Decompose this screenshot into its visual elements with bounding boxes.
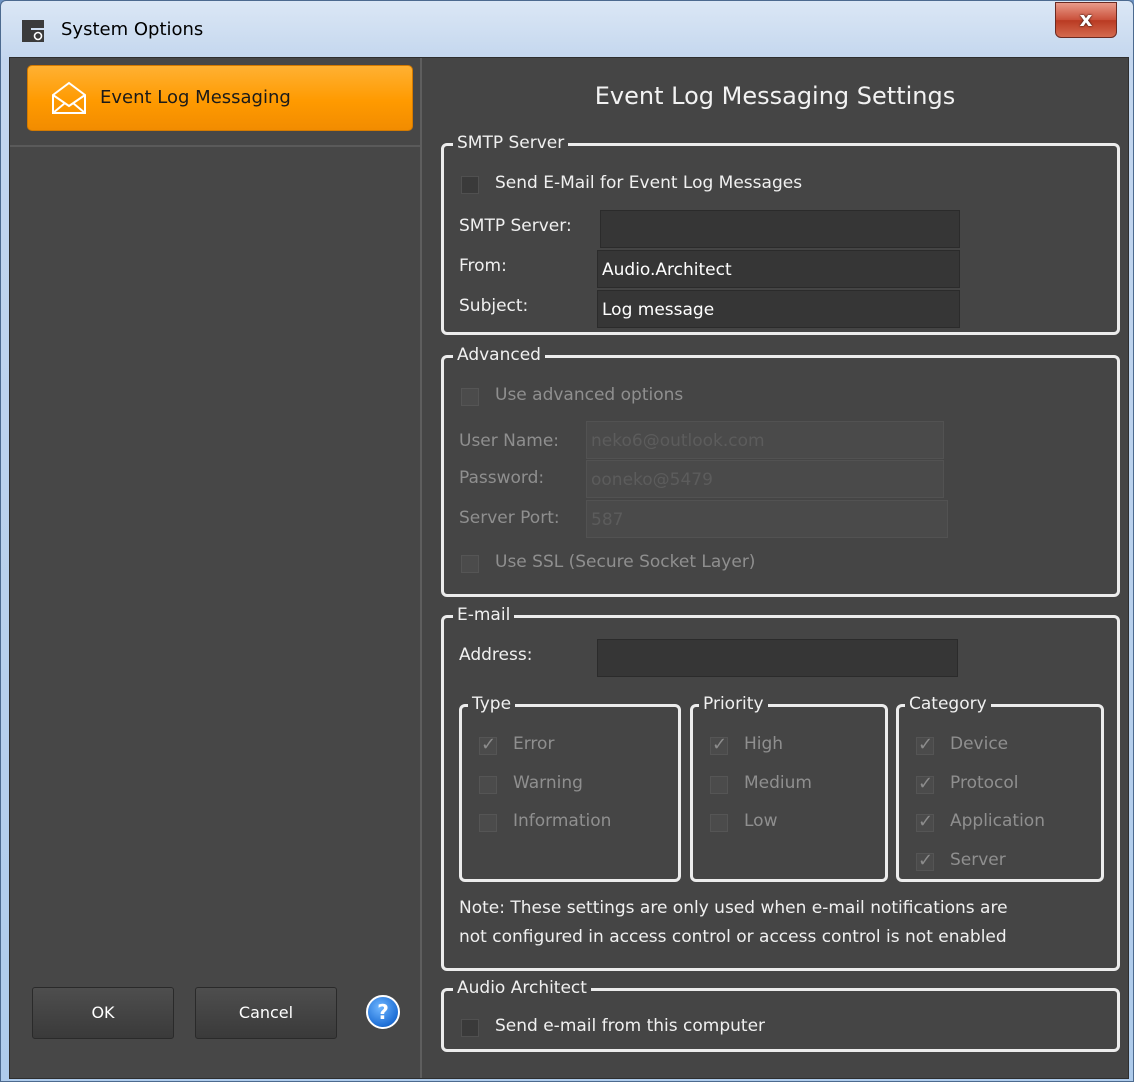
priority-group: Priority ✓ High Medium Low — [690, 693, 888, 882]
server-port-label: Server Port: — [459, 508, 560, 528]
category-group: Category ✓ Device ✓ Protocol ✓ Applicati… — [896, 693, 1104, 882]
group-legend: Audio Architect — [453, 977, 591, 999]
system-options-window: System Options x Event Log Messaging OK … — [0, 0, 1134, 1082]
address-label: Address: — [459, 645, 533, 665]
server-port-input[interactable]: 587 — [586, 500, 948, 538]
checkbox-box: ✓ — [916, 734, 934, 755]
category-device-checkbox[interactable]: ✓ Device — [916, 734, 1086, 758]
use-advanced-checkbox[interactable]: Use advanced options — [461, 385, 761, 409]
checkbox-label: Error — [513, 734, 555, 754]
type-warning-checkbox[interactable]: Warning — [479, 773, 659, 797]
checkbox-box — [461, 388, 479, 406]
cancel-button[interactable]: Cancel — [195, 987, 337, 1039]
checkbox-box — [710, 814, 728, 832]
from-label: From: — [459, 256, 507, 276]
checkbox-box: ✓ — [710, 734, 728, 755]
checkbox-label: High — [744, 734, 784, 754]
checkbox-label: Server — [950, 850, 1006, 870]
checkbox-box — [710, 776, 728, 794]
type-error-checkbox[interactable]: ✓ Error — [479, 734, 659, 758]
advanced-group: Advanced Use advanced options User Name:… — [441, 344, 1120, 597]
smtp-server-group: SMTP Server Send E-Mail for Event Log Me… — [441, 132, 1120, 335]
checkbox-label: Use advanced options — [495, 385, 684, 405]
checkbox-label: Device — [950, 734, 1009, 754]
smtp-server-label: SMTP Server: — [459, 216, 572, 236]
sidebar-item-label: Event Log Messaging — [100, 87, 291, 108]
email-group: E-mail Address: Type ✓ Error Warning Inf… — [441, 604, 1120, 971]
type-information-checkbox[interactable]: Information — [479, 811, 659, 835]
checkbox-label: Information — [513, 811, 612, 831]
checkbox-label: Medium — [744, 773, 812, 793]
checkbox-label: Low — [744, 811, 778, 831]
checkbox-box — [461, 176, 479, 194]
help-button[interactable]: ? — [366, 995, 400, 1029]
page-title: Event Log Messaging Settings — [594, 82, 956, 110]
sidebar-item-event-log-messaging[interactable]: Event Log Messaging — [27, 65, 413, 131]
priority-medium-checkbox[interactable]: Medium — [710, 773, 870, 797]
checkbox-box: ✓ — [916, 773, 934, 794]
checkbox-label: Warning — [513, 773, 583, 793]
smtp-server-input[interactable] — [600, 210, 960, 248]
checkmark-icon: ✓ — [712, 734, 728, 755]
checkmark-icon: ✓ — [481, 734, 497, 755]
subject-label: Subject: — [459, 296, 529, 316]
checkbox-box — [461, 555, 479, 573]
group-legend: SMTP Server — [453, 132, 569, 154]
use-ssl-checkbox[interactable]: Use SSL (Secure Socket Layer) — [461, 552, 821, 576]
password-input[interactable]: ooneko@5479 — [586, 460, 944, 498]
checkbox-box: ✓ — [916, 811, 934, 832]
checkmark-icon: ✓ — [918, 773, 934, 794]
envelope-icon — [52, 81, 86, 114]
category-application-checkbox[interactable]: ✓ Application — [916, 811, 1086, 835]
subject-input[interactable]: Log message — [597, 290, 960, 328]
checkbox-label: Use SSL (Secure Socket Layer) — [495, 552, 756, 572]
type-group: Type ✓ Error Warning Information — [459, 693, 681, 882]
group-legend: Advanced — [453, 344, 545, 366]
client-area: Event Log Messaging OK Cancel ? Event Lo… — [9, 57, 1129, 1079]
username-input[interactable]: neko6@outlook.com — [586, 421, 944, 459]
checkmark-icon: ✓ — [918, 734, 934, 755]
password-label: Password: — [459, 468, 545, 488]
group-legend: E-mail — [453, 604, 515, 626]
close-icon: x — [1079, 7, 1093, 31]
group-legend: Type — [468, 693, 516, 715]
checkbox-box — [479, 814, 497, 832]
email-note: Note: These settings are only used when … — [459, 894, 1109, 952]
checkbox-box — [479, 776, 497, 794]
settings-panel: Event Log Messaging Settings SMTP Server… — [422, 58, 1128, 1078]
sidebar-divider — [10, 145, 420, 147]
ok-button[interactable]: OK — [32, 987, 174, 1039]
from-input[interactable]: Audio.Architect — [597, 250, 960, 288]
window-title: System Options — [61, 19, 204, 40]
checkmark-icon: ✓ — [918, 850, 934, 871]
close-button[interactable]: x — [1055, 2, 1117, 38]
checkbox-label: Send e-mail from this computer — [495, 1016, 766, 1036]
checkbox-box — [461, 1019, 479, 1037]
help-icon: ? — [377, 1000, 389, 1024]
sidebar: Event Log Messaging OK Cancel ? — [10, 58, 422, 1078]
checkbox-box: ✓ — [916, 850, 934, 871]
checkbox-label: Protocol — [950, 773, 1019, 793]
category-protocol-checkbox[interactable]: ✓ Protocol — [916, 773, 1086, 797]
checkbox-box: ✓ — [479, 734, 497, 755]
group-legend: Priority — [699, 693, 768, 715]
title-bar[interactable]: System Options x — [1, 1, 1133, 59]
checkmark-icon: ✓ — [918, 811, 934, 832]
note-line: not configured in access control or acce… — [459, 927, 1007, 947]
audio-architect-group: Audio Architect Send e-mail from this co… — [441, 977, 1120, 1052]
app-icon — [22, 20, 44, 42]
send-from-computer-checkbox[interactable]: Send e-mail from this computer — [461, 1016, 861, 1040]
username-label: User Name: — [459, 431, 560, 451]
group-legend: Category — [905, 693, 991, 715]
send-email-checkbox[interactable]: Send E-Mail for Event Log Messages — [461, 173, 881, 197]
note-line: Note: These settings are only used when … — [459, 898, 1008, 918]
checkbox-label: Send E-Mail for Event Log Messages — [495, 173, 803, 193]
category-server-checkbox[interactable]: ✓ Server — [916, 850, 1086, 874]
priority-low-checkbox[interactable]: Low — [710, 811, 870, 835]
priority-high-checkbox[interactable]: ✓ High — [710, 734, 870, 758]
checkbox-label: Application — [950, 811, 1045, 831]
address-input[interactable] — [597, 639, 958, 677]
